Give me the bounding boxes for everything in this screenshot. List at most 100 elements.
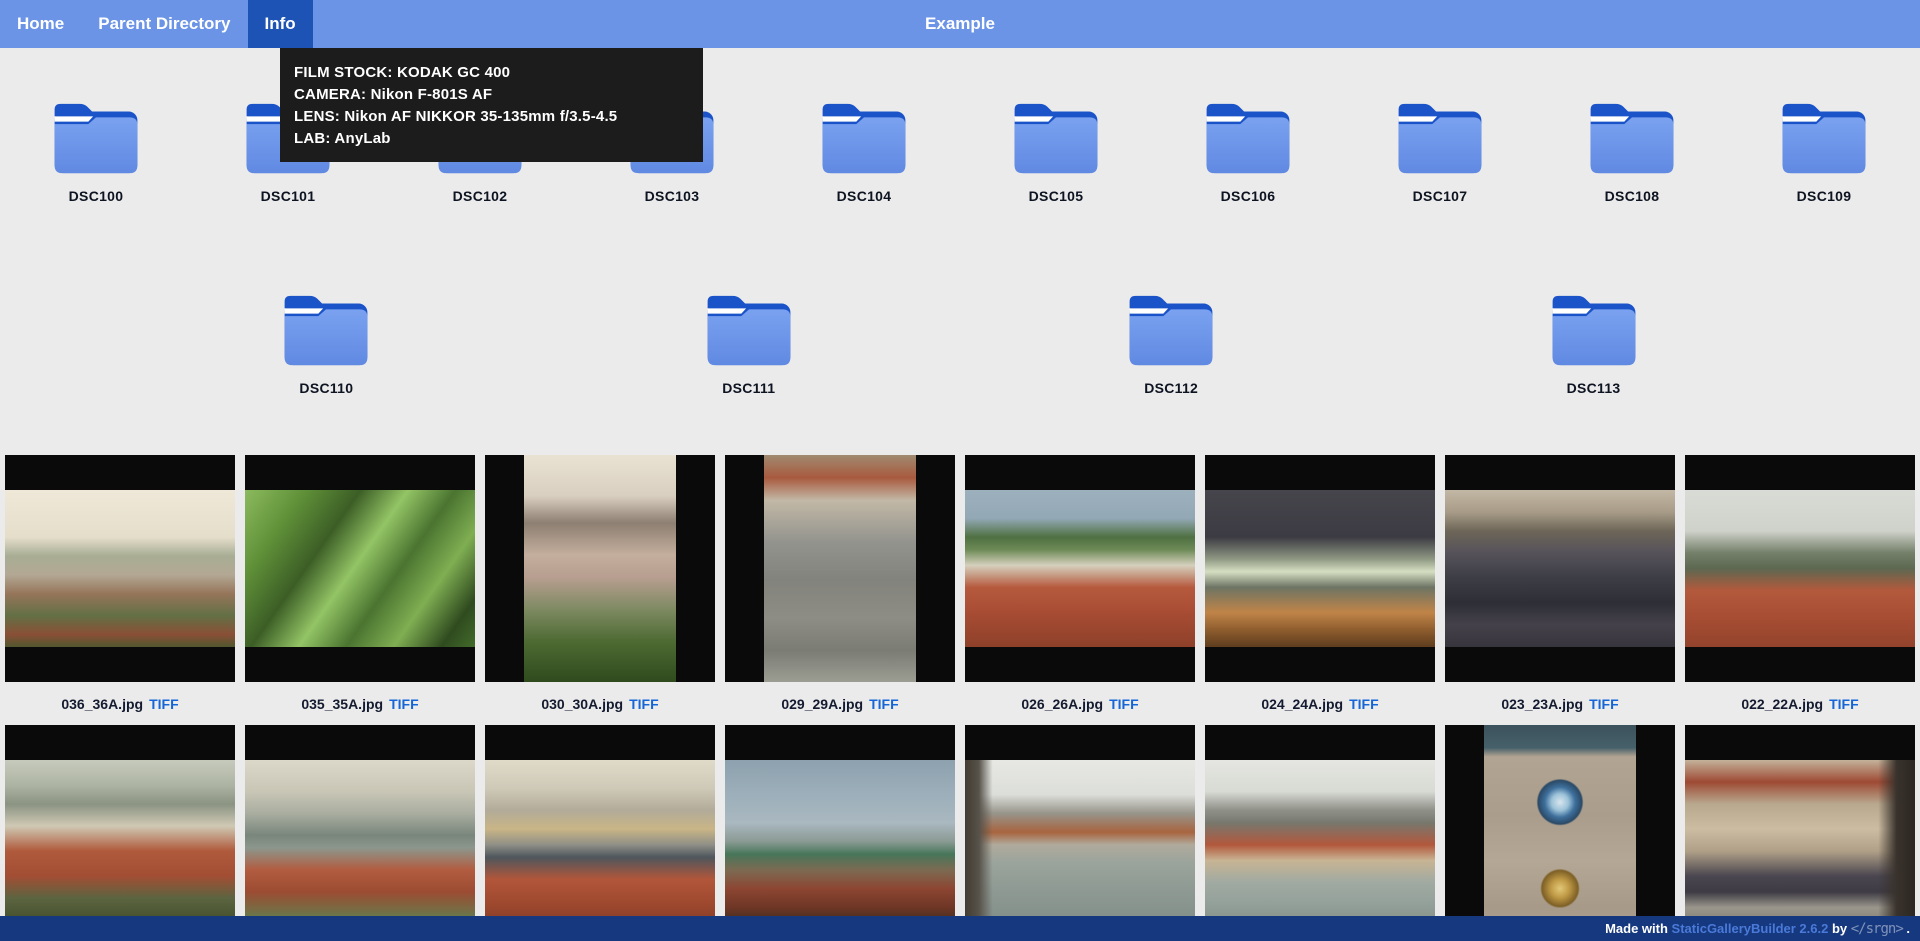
folder-icon: [1391, 100, 1489, 177]
folder-icon: [277, 292, 375, 369]
photo-filename: 026_26A.jpg: [1021, 696, 1103, 712]
footer-made-with: Made with: [1605, 921, 1671, 936]
photo-thumbnail-023_23A.jpg[interactable]: [1445, 455, 1675, 682]
folder-label: DSC108: [1605, 188, 1660, 204]
photo-image: [1445, 490, 1675, 647]
photo-caption: 036_36A.jpgTIFF: [5, 682, 235, 725]
photo-caption: 026_26A.jpg TIFF: [965, 682, 1195, 725]
folder-icon: [700, 292, 798, 369]
page-title: Example: [925, 0, 995, 48]
photo-thumbnail[interactable]: [1685, 725, 1915, 941]
photo-thumbnail[interactable]: [245, 725, 475, 941]
folder-icon: [815, 100, 913, 177]
tiff-link[interactable]: TIFF: [1109, 696, 1139, 712]
folder-item-dsc100[interactable]: DSC100: [0, 100, 192, 204]
photo-item: 023_23A.jpg TIFF: [1445, 455, 1675, 725]
photo-item: 035_35A.jpg TIFF: [245, 455, 475, 725]
navbar: Home Parent Directory Info Example: [0, 0, 1920, 48]
photo-caption: 022_22A.jpgTIFF: [1685, 682, 1915, 725]
folder-item-dsc110[interactable]: DSC110: [230, 292, 422, 396]
photo-thumbnail-035_35A.jpg[interactable]: [245, 455, 475, 682]
folder-label: DSC104: [837, 188, 892, 204]
photo-item: 030_30A.jpg TIFF: [485, 455, 715, 725]
photo-caption: 024_24A.jpg TIFF: [1205, 682, 1435, 725]
nav-item-parent-directory[interactable]: Parent Directory: [81, 0, 247, 48]
photo-item: 026_26A.jpg TIFF: [965, 455, 1195, 725]
tiff-link[interactable]: TIFF: [1589, 696, 1619, 712]
info-tooltip: FILM STOCK: KODAK GC 400 CAMERA: Nikon F…: [280, 48, 703, 162]
photo-caption: 029_29A.jpgTIFF: [725, 682, 955, 725]
folder-label: DSC110: [299, 380, 353, 396]
photo-item: [1685, 725, 1915, 941]
tiff-link[interactable]: TIFF: [1829, 696, 1859, 712]
folder-label: DSC103: [645, 188, 700, 204]
photo-filename: 030_30A.jpg: [541, 696, 623, 712]
photo-item: [965, 725, 1195, 941]
photo-thumbnail-036_36A.jpg[interactable]: [5, 455, 235, 682]
folder-item-dsc108[interactable]: DSC108: [1536, 100, 1728, 204]
nav-item-home[interactable]: Home: [0, 0, 81, 48]
footer: Made with StaticGalleryBuilder 2.6.2 by …: [0, 916, 1920, 941]
tooltip-camera: CAMERA: Nikon F-801S AF: [294, 84, 689, 106]
tooltip-lens: LENS: Nikon AF NIKKOR 35-135mm f/3.5-4.5: [294, 106, 689, 128]
folder-item-dsc106[interactable]: DSC106: [1152, 100, 1344, 204]
photo-thumbnail-030_30A.jpg[interactable]: [485, 455, 715, 682]
nav-item-info[interactable]: Info: [248, 0, 313, 48]
folder-label: DSC106: [1221, 188, 1276, 204]
photo-caption: 035_35A.jpg TIFF: [245, 682, 475, 725]
photo-thumbnail-029_29A.jpg[interactable]: [725, 455, 955, 682]
tiff-link[interactable]: TIFF: [869, 696, 899, 712]
folder-item-dsc111[interactable]: DSC111: [653, 292, 845, 396]
photo-thumbnail[interactable]: [725, 725, 955, 941]
photo-thumbnail[interactable]: [485, 725, 715, 941]
folder-item-dsc109[interactable]: DSC109: [1728, 100, 1920, 204]
folder-item-dsc112[interactable]: DSC112: [1075, 292, 1267, 396]
folder-item-dsc113[interactable]: DSC113: [1498, 292, 1690, 396]
footer-suffix: .: [1903, 921, 1910, 936]
folder-label: DSC113: [1567, 380, 1621, 396]
photo-image: [1685, 760, 1915, 917]
photo-item: [485, 725, 715, 941]
photo-thumbnail-022_22A.jpg[interactable]: [1685, 455, 1915, 682]
folder-label: DSC105: [1029, 188, 1084, 204]
tooltip-lab: LAB: AnyLab: [294, 128, 689, 150]
folder-label: DSC111: [722, 380, 775, 396]
photo-image: [1685, 490, 1915, 647]
photo-image: [1484, 725, 1636, 941]
tiff-link[interactable]: TIFF: [629, 696, 659, 712]
folder-icon: [1775, 100, 1873, 177]
folder-item-dsc105[interactable]: DSC105: [960, 100, 1152, 204]
photo-item: 024_24A.jpg TIFF: [1205, 455, 1435, 725]
builder-link[interactable]: StaticGalleryBuilder 2.6.2: [1672, 921, 1829, 936]
folder-label: DSC109: [1797, 188, 1852, 204]
photo-thumbnail-026_26A.jpg[interactable]: [965, 455, 1195, 682]
photo-thumbnail-024_24A.jpg[interactable]: [1205, 455, 1435, 682]
footer-by: by: [1828, 921, 1850, 936]
tiff-link[interactable]: TIFF: [149, 696, 179, 712]
photo-filename: 035_35A.jpg: [301, 696, 383, 712]
folder-item-dsc104[interactable]: DSC104: [768, 100, 960, 204]
photo-image: [245, 760, 475, 917]
photo-item: [1205, 725, 1435, 941]
photo-thumbnail[interactable]: [1205, 725, 1435, 941]
folder-icon: [1583, 100, 1681, 177]
srgn-logo[interactable]: </srgn>: [1851, 921, 1903, 937]
photo-thumbnail[interactable]: [965, 725, 1195, 941]
photo-item: [1445, 725, 1675, 941]
photo-thumbnail[interactable]: [1445, 725, 1675, 941]
tiff-link[interactable]: TIFF: [1349, 696, 1379, 712]
photo-thumbnail[interactable]: [5, 725, 235, 941]
photo-item: [245, 725, 475, 941]
photo-filename: 023_23A.jpg: [1501, 696, 1583, 712]
photo-filename: 024_24A.jpg: [1261, 696, 1343, 712]
folder-icon: [1199, 100, 1297, 177]
photo-image: [965, 490, 1195, 647]
folder-icon: [1545, 292, 1643, 369]
tiff-link[interactable]: TIFF: [389, 696, 419, 712]
photo-image: [1205, 760, 1435, 917]
folder-item-dsc107[interactable]: DSC107: [1344, 100, 1536, 204]
folder-label: DSC100: [69, 188, 124, 204]
folder-label: DSC102: [453, 188, 508, 204]
photo-grid: 036_36A.jpgTIFF035_35A.jpgTIFF030_30A.jp…: [0, 455, 1920, 941]
photo-image: [965, 760, 1195, 917]
